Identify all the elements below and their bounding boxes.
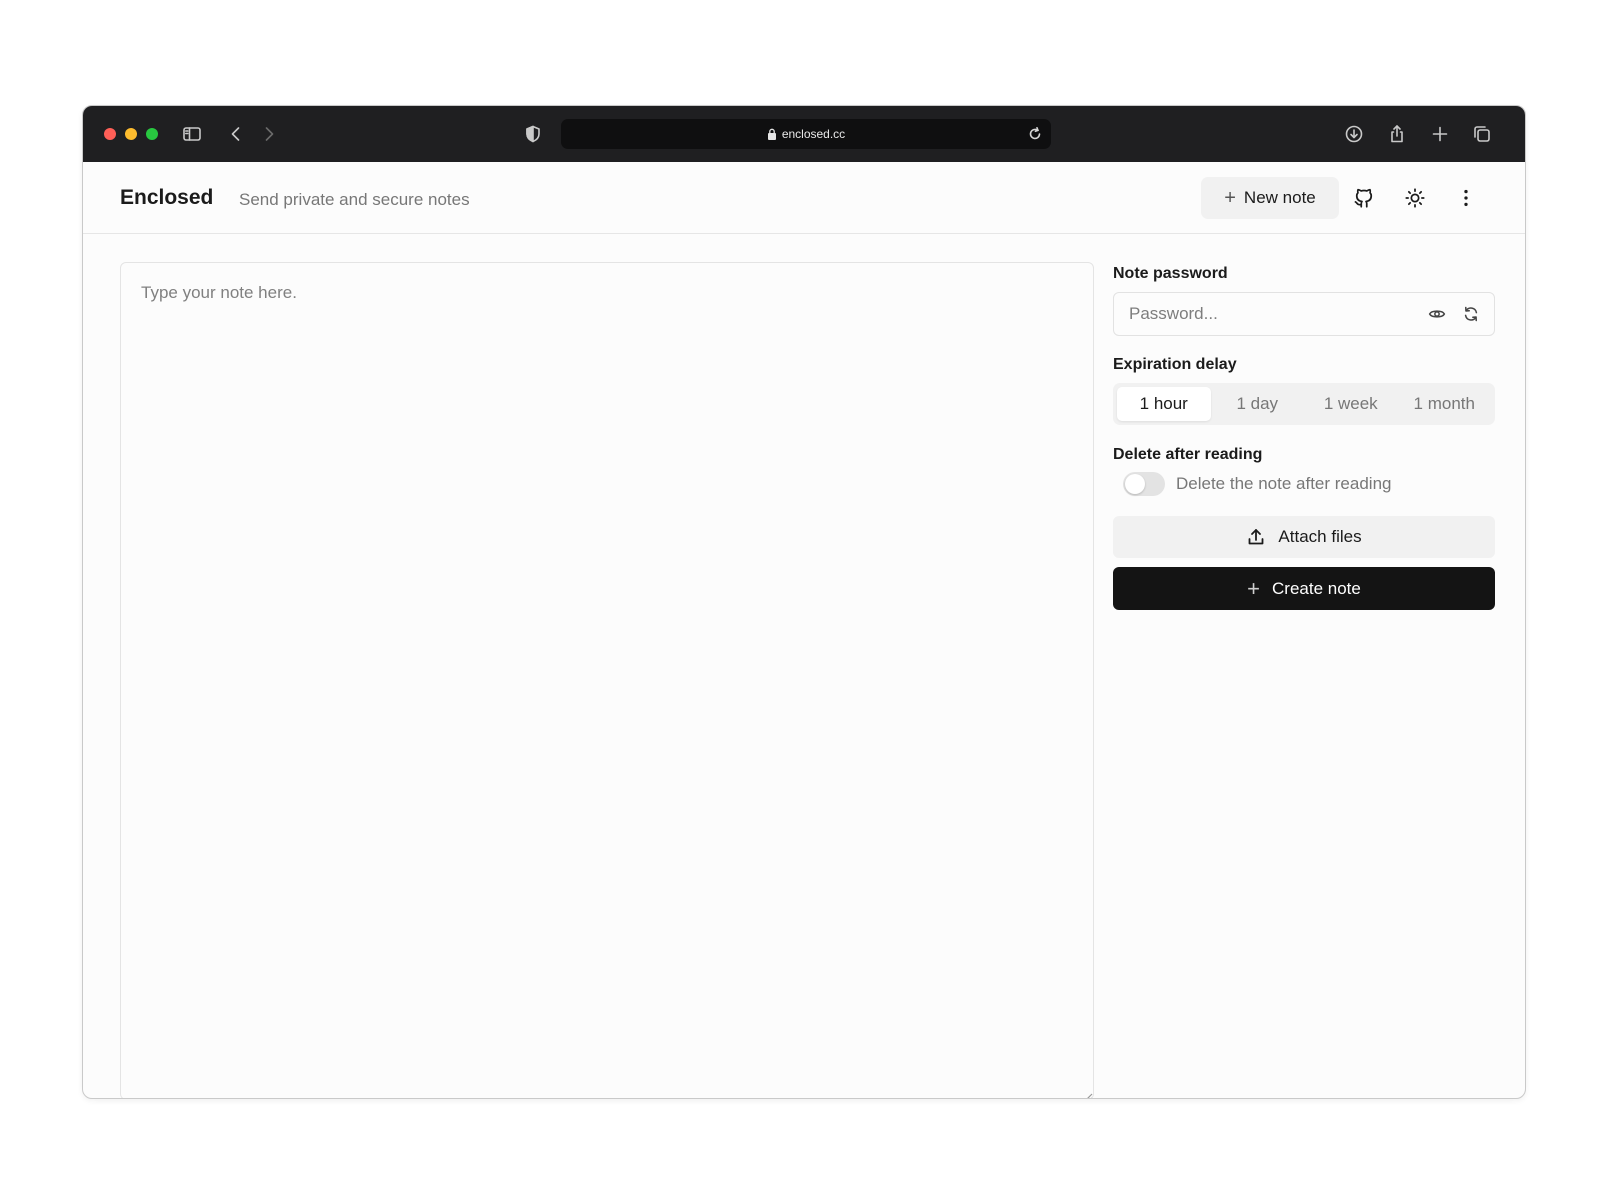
password-label: Note password bbox=[1113, 265, 1228, 282]
shield-icon[interactable] bbox=[522, 123, 544, 145]
plus-icon[interactable] bbox=[1429, 123, 1451, 145]
window-close-button[interactable] bbox=[104, 128, 116, 140]
brand-title[interactable]: Enclosed bbox=[120, 186, 213, 210]
delete-after-reading-toggle[interactable] bbox=[1123, 472, 1165, 496]
sidebar-icon[interactable] bbox=[181, 123, 203, 145]
browser-window: enclosed.cc Enclosed Send private and se… bbox=[82, 105, 1526, 1099]
expiration-selector: 1 hour 1 day 1 week 1 month bbox=[1113, 383, 1495, 425]
lock-icon bbox=[767, 128, 777, 140]
delete-after-reading-label: Delete after reading bbox=[1113, 446, 1263, 463]
window-minimize-button[interactable] bbox=[125, 128, 137, 140]
attach-files-label: Attach files bbox=[1278, 527, 1362, 546]
expiration-option-1-day[interactable]: 1 day bbox=[1211, 387, 1305, 421]
window-maximize-button[interactable] bbox=[146, 128, 158, 140]
app-header: Enclosed Send private and secure notes +… bbox=[83, 162, 1525, 234]
tagline: Send private and secure notes bbox=[239, 190, 470, 209]
resize-handle-icon[interactable] bbox=[1083, 1089, 1093, 1098]
new-note-button[interactable]: + New note bbox=[1201, 177, 1339, 219]
chevron-left-icon[interactable] bbox=[225, 123, 247, 145]
expiration-option-1-week[interactable]: 1 week bbox=[1304, 387, 1398, 421]
toggle-knob bbox=[1125, 474, 1145, 494]
refresh-icon[interactable] bbox=[1462, 305, 1480, 323]
new-note-label: New note bbox=[1243, 188, 1316, 207]
share-icon[interactable] bbox=[1386, 123, 1408, 145]
eye-icon[interactable] bbox=[1428, 305, 1446, 323]
plus-icon: + bbox=[1224, 187, 1236, 209]
chevron-right-icon[interactable] bbox=[258, 123, 280, 145]
tabs-icon[interactable] bbox=[1471, 123, 1493, 145]
attach-files-button[interactable]: Attach files bbox=[1113, 516, 1495, 558]
create-note-button[interactable]: + Create note bbox=[1113, 567, 1495, 610]
expiration-label: Expiration delay bbox=[1113, 356, 1237, 373]
expiration-option-1-hour[interactable]: 1 hour bbox=[1117, 387, 1211, 421]
address-bar[interactable]: enclosed.cc bbox=[561, 119, 1051, 149]
delete-after-reading-text[interactable]: Delete the note after reading bbox=[1176, 474, 1391, 494]
note-options-panel: Note password Expiration delay 1 hour 1 … bbox=[1113, 262, 1495, 610]
password-input[interactable] bbox=[1114, 293, 1414, 335]
browser-toolbar: enclosed.cc bbox=[83, 106, 1525, 162]
url-text: enclosed.cc bbox=[781, 127, 846, 141]
expiration-option-1-month[interactable]: 1 month bbox=[1398, 387, 1492, 421]
delete-after-reading-row: Delete the note after reading bbox=[1113, 472, 1495, 496]
password-field bbox=[1113, 292, 1495, 336]
sun-icon[interactable] bbox=[1403, 186, 1427, 210]
upload-icon bbox=[1249, 529, 1264, 545]
plus-icon: + bbox=[1247, 575, 1260, 601]
reload-icon[interactable] bbox=[1027, 126, 1043, 142]
github-icon[interactable] bbox=[1352, 186, 1376, 210]
note-textarea[interactable] bbox=[120, 262, 1094, 1098]
more-vertical-icon[interactable] bbox=[1454, 186, 1478, 210]
create-note-label: Create note bbox=[1272, 578, 1361, 598]
download-icon[interactable] bbox=[1343, 123, 1365, 145]
